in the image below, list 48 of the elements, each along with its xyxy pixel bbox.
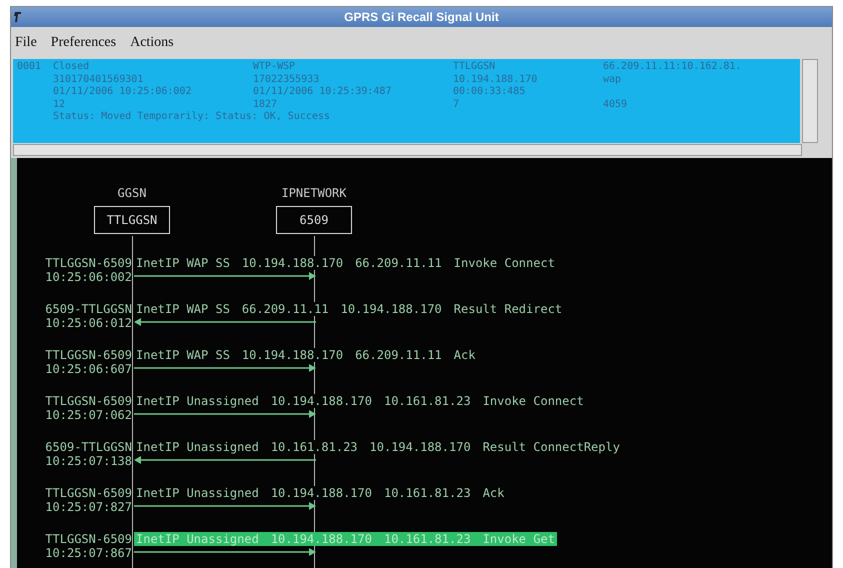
record-field: 1827 — [253, 98, 453, 111]
menu-item[interactable]: File — [15, 35, 37, 51]
menu-item[interactable]: Actions — [130, 35, 174, 51]
message-time: 10:25:07:827 — [44, 500, 132, 514]
record-field: 4059 — [603, 98, 763, 111]
message-time: 10:25:07:867 — [44, 546, 132, 560]
message-endpoints: 6509-TTLGGSN — [44, 302, 132, 316]
record-row[interactable] — [13, 59, 800, 143]
message-endpoints: TTLGGSN-6509 — [44, 256, 132, 270]
message-label[interactable]: InetIP WAP SS 10.194.188.170 66.209.11.11 Invoke Connect — [134, 256, 557, 270]
node-type-label: GGSN — [118, 186, 146, 200]
message-label[interactable]: InetIP WAP SS 10.194.188.170 66.209.11.11 Ack — [134, 348, 478, 362]
record-id: 0001 — [17, 61, 42, 74]
record-field: 7 — [453, 98, 603, 111]
record-field: wap — [603, 74, 763, 86]
record-field: 17022355933 — [253, 74, 453, 86]
message-endpoints: TTLGGSN-6509 — [44, 394, 132, 408]
record-field: WTP-WSP — [253, 61, 453, 74]
message-time: 10:25:07:062 — [44, 408, 132, 422]
message-time: 10:25:07:138 — [44, 454, 132, 468]
node-type-label: IPNETWORK — [281, 186, 347, 200]
message-label[interactable]: InetIP Unassigned 10.194.188.170 10.161.81.23 Invoke Connect — [134, 394, 586, 408]
message-endpoints: 6509-TTLGGSN — [44, 440, 132, 454]
record-field: Closed — [53, 61, 253, 74]
message-endpoints: TTLGGSN-6509 — [44, 348, 132, 362]
message-time: 10:25:06:002 — [44, 270, 132, 284]
message-time: 10:25:06:607 — [44, 362, 132, 376]
record-field: 01/11/2006 10:25:39:487 — [253, 86, 453, 98]
message-label[interactable]: InetIP Unassigned 10.194.188.170 10.161.81.23 Ack — [134, 486, 506, 500]
record-field: 66.209.11.11:10.162.81. — [603, 61, 763, 74]
window-title: GPRS Gi Recall Signal Unit — [343, 10, 500, 24]
node-box[interactable]: TTLGGSN — [94, 206, 170, 234]
record-field: 10.194.188.170 — [453, 74, 603, 86]
node-box[interactable]: 6509 — [276, 206, 352, 234]
record-field: TTLGGSN — [453, 61, 603, 74]
horizontal-scrollbar[interactable] — [13, 144, 802, 156]
window-menu-icon[interactable] — [14, 11, 22, 23]
vertical-scrollbar[interactable] — [802, 59, 818, 143]
record-status: Status: Moved Temporarily: Status: OK, Success — [53, 111, 330, 124]
record-field: 01/11/2006 10:25:06:002 — [53, 86, 253, 98]
message-endpoints: TTLGGSN-6509 — [44, 486, 132, 500]
record-field: 12 — [53, 98, 253, 111]
message-label[interactable]: InetIP Unassigned 10.161.81.23 10.194.188.170 Result ConnectReply — [134, 440, 622, 454]
message-time: 10:25:06:012 — [44, 316, 132, 330]
record-field: 00:00:33:485 — [453, 86, 603, 98]
record-field: 310170401569301 — [53, 74, 253, 86]
message-endpoints: TTLGGSN-6509 — [44, 532, 132, 546]
menu-item[interactable]: Preferences — [50, 35, 116, 51]
